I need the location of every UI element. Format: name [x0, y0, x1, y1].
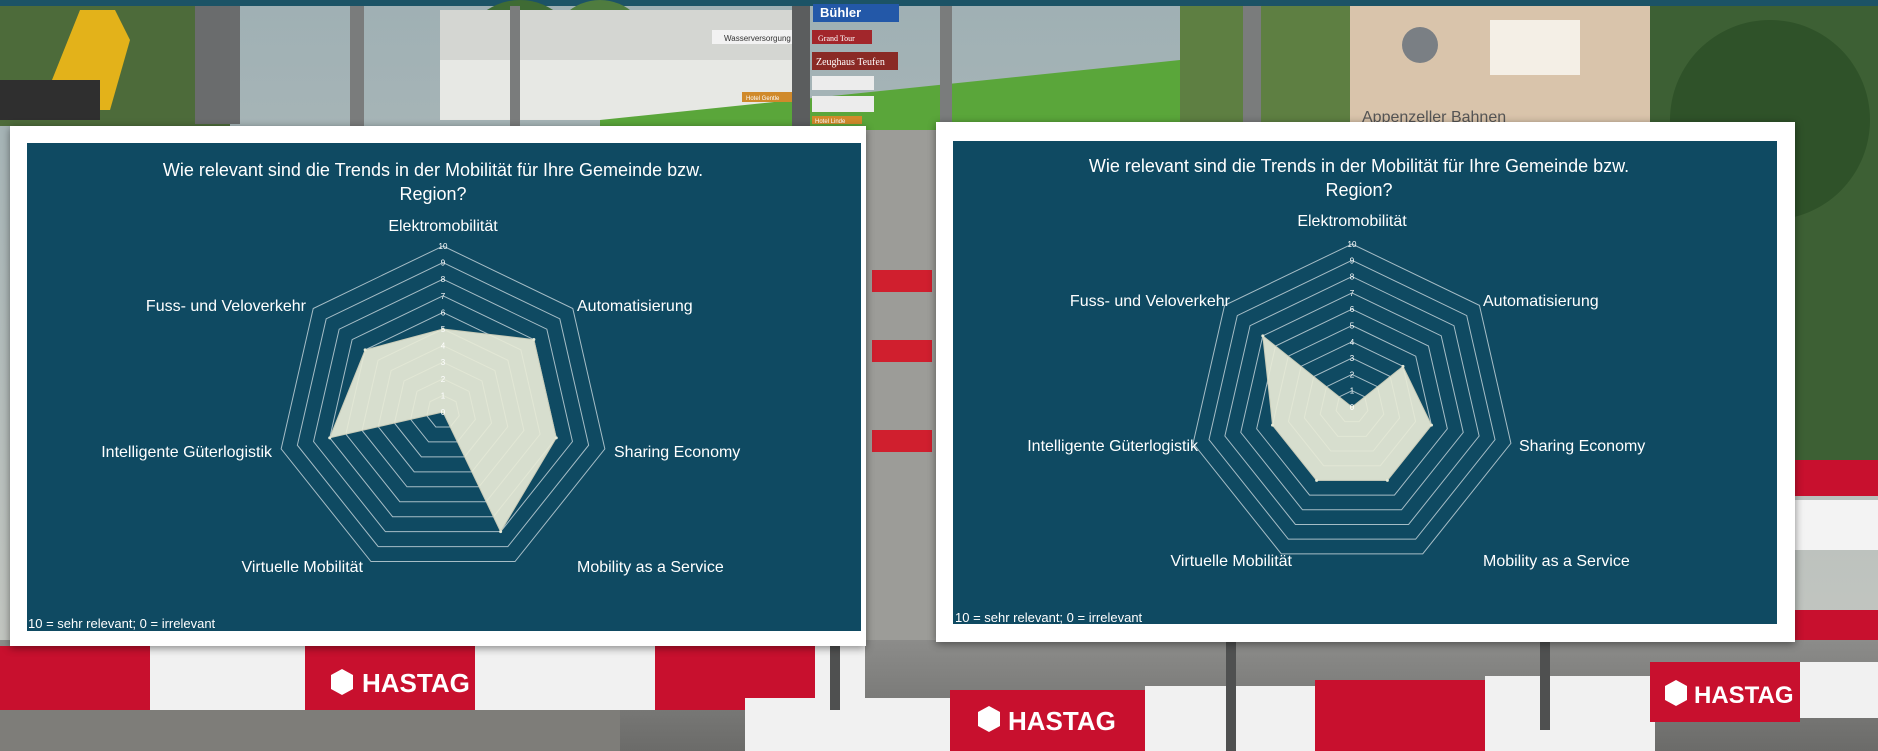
radar-tick-label: 6	[441, 308, 446, 317]
radar-tick-label: 5	[1350, 322, 1355, 331]
radar-tick-label: 5	[441, 325, 446, 334]
radar-point-right-2	[1429, 423, 1433, 427]
barrier-left: HASTAG	[0, 646, 865, 710]
radar-category-label: Fuss- und Veloverkehr	[1070, 293, 1231, 310]
radar-point-left-6	[363, 348, 367, 352]
chart-note-right: 10 = sehr relevant; 0 = irrelevant	[955, 610, 1143, 625]
radar-tick-label: 2	[441, 375, 446, 384]
radar-tick-label: 10	[439, 242, 448, 251]
radar-category-label: Intelligente Güterlogistik	[1027, 438, 1199, 455]
radar-point-left-5	[328, 436, 332, 440]
radar-tick-label: 4	[441, 342, 446, 351]
radar-chart-left: Wie relevant sind die Trends in der Mobi…	[27, 143, 861, 631]
chart-note-left: 10 = sehr relevant; 0 = irrelevant	[28, 616, 216, 631]
radar-category-label: Fuss- und Veloverkehr	[146, 298, 307, 315]
radar-tick-label: 2	[1350, 370, 1355, 379]
radar-category-label: Elektromobilität	[1297, 213, 1407, 230]
radar-category-label: Virtuelle Mobilität	[1170, 553, 1292, 570]
radar-category-label: Mobility as a Service	[1483, 553, 1630, 570]
radar-tick-label: 6	[1350, 305, 1355, 314]
radar-tick-label: 1	[441, 391, 446, 400]
hastag-logo-middle: HASTAG	[1008, 706, 1116, 736]
chart-title-left-line1: Wie relevant sind die Trends in der Mobi…	[163, 160, 703, 180]
svg-text:Bühler: Bühler	[820, 5, 861, 20]
svg-text:Hotel Gentle: Hotel Gentle	[746, 96, 780, 102]
chart-title-left-line2: Region?	[399, 184, 466, 204]
radar-tick-label: 9	[441, 259, 446, 268]
radar-tick-label: 3	[1350, 354, 1355, 363]
radar-category-label: Elektromobilität	[388, 218, 498, 235]
radar-category-label: Sharing Economy	[1519, 438, 1645, 455]
hastag-logo-right: HASTAG	[1694, 682, 1794, 709]
chart-title-right-line2: Region?	[1325, 180, 1392, 200]
svg-text:Wasserversorgung: Wasserversorgung	[724, 34, 791, 43]
radar-tick-label: 3	[441, 358, 446, 367]
radar-category-label: Mobility as a Service	[577, 559, 724, 576]
radar-category-label: Automatisierung	[577, 298, 693, 315]
radar-tick-label: 1	[1350, 387, 1355, 396]
radar-tick-label: 10	[1348, 240, 1357, 249]
radar-point-right-6	[1261, 334, 1265, 338]
radar-chart-right: Wie relevant sind die Trends in der Mobi…	[953, 141, 1777, 625]
radar-category-label: Automatisierung	[1483, 293, 1599, 310]
hastag-logo-left: HASTAG	[362, 668, 470, 698]
svg-text:Grand Tour: Grand Tour	[818, 34, 855, 43]
radar-point-left-3	[499, 530, 503, 534]
radar-point-left-2	[554, 436, 558, 440]
svg-text:Hotel Linde: Hotel Linde	[815, 119, 846, 125]
radar-point-left-1	[532, 338, 536, 342]
radar-tick-label: 0	[441, 408, 446, 417]
radar-category-label: Intelligente Güterlogistik	[101, 444, 273, 461]
svg-text:Zeughaus Teufen: Zeughaus Teufen	[816, 57, 885, 68]
chart-title-right-line1: Wie relevant sind die Trends in der Mobi…	[1089, 156, 1629, 176]
radar-tick-label: 7	[441, 292, 446, 301]
chart-card-right: Wie relevant sind die Trends in der Mobi…	[936, 122, 1795, 642]
chart-card-left: Wie relevant sind die Trends in der Mobi…	[10, 126, 866, 646]
radar-point-right-3	[1385, 478, 1389, 482]
radar-tick-label: 4	[1350, 338, 1355, 347]
radar-point-right-4	[1315, 478, 1319, 482]
radar-tick-label: 8	[441, 275, 446, 284]
radar-category-label: Virtuelle Mobilität	[241, 559, 363, 576]
radar-category-label: Sharing Economy	[614, 444, 740, 461]
radar-tick-label: 9	[1350, 256, 1355, 265]
radar-point-right-5	[1271, 423, 1275, 427]
radar-tick-label: 0	[1350, 403, 1355, 412]
radar-point-right-1	[1401, 364, 1405, 368]
radar-tick-label: 7	[1350, 289, 1355, 298]
radar-tick-label: 8	[1350, 273, 1355, 282]
